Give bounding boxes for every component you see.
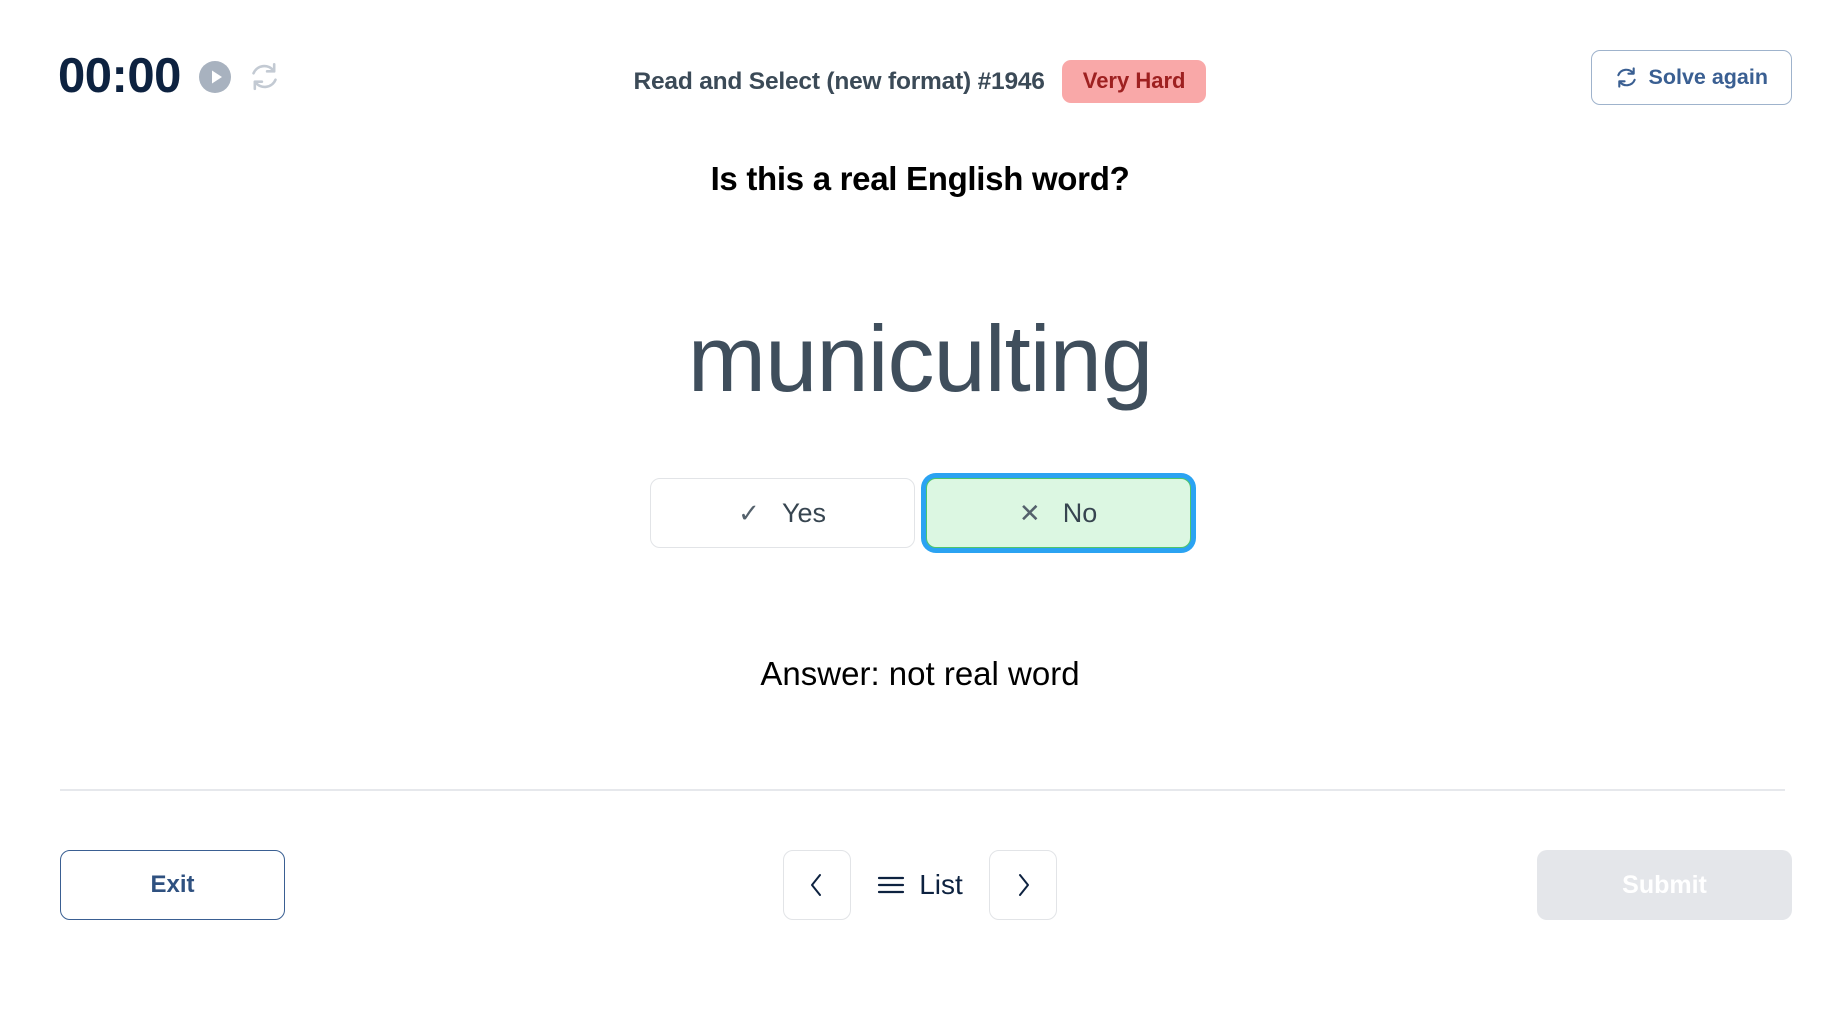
top-bar: 00:00 Read and Select (new format) #1946… [0,0,1840,150]
page-title: Read and Select (new format) #1946 [633,67,1045,95]
difficulty-badge: Very Hard [1061,60,1207,103]
submit-button[interactable]: Submit [1537,850,1792,920]
chevron-right-icon [1018,874,1029,896]
solve-again-button[interactable]: Solve again [1590,50,1792,105]
list-label: List [919,869,963,900]
next-question-button[interactable] [988,850,1057,920]
cross-icon: ✕ [1018,498,1041,528]
footer-bar: Exit List Submit [0,840,1840,950]
choice-yes-label: Yes [781,497,827,528]
choice-no-button[interactable]: ✕ No [925,478,1191,548]
previous-question-button[interactable] [783,850,852,920]
refresh-icon [1616,67,1636,88]
list-button[interactable]: List [862,871,978,899]
choice-yes-button[interactable]: ✓ Yes [649,478,915,548]
solve-again-label: Solve again [1648,65,1769,89]
answer-text: Answer: not real word [760,655,1080,692]
choice-group: ✓ Yes ✕ No [0,478,1840,548]
quiz-title-group: Read and Select (new format) #1946 Very … [0,60,1840,103]
chevron-left-icon [811,874,822,896]
question-prompt: Is this a real English word? [710,160,1130,197]
quiz-page: 00:00 Read and Select (new format) #1946… [0,0,1840,1018]
choice-no-label: No [1062,497,1098,528]
hamburger-icon [878,876,905,894]
target-word: municulting [687,306,1153,411]
check-icon: ✓ [738,498,760,528]
footer-divider [60,789,1785,791]
